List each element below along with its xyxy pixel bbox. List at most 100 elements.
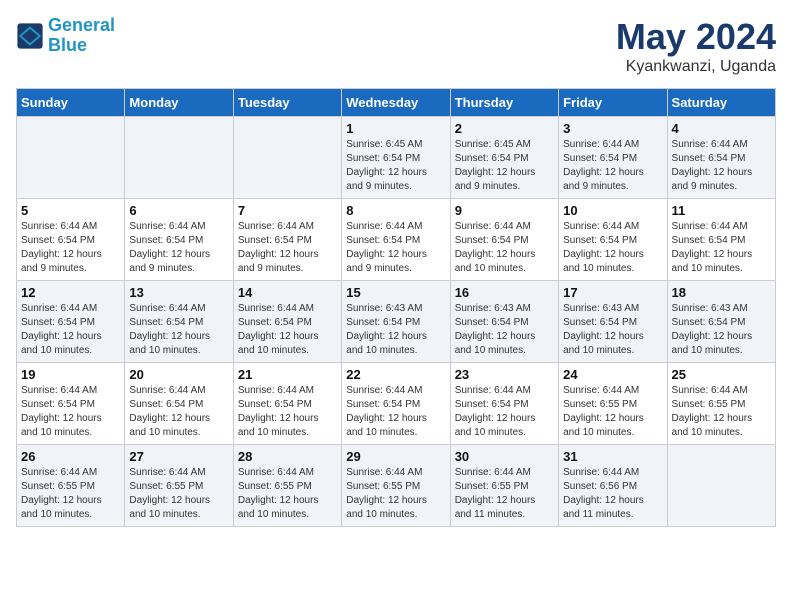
day-info: Sunrise: 6:43 AM Sunset: 6:54 PM Dayligh… (563, 302, 662, 358)
day-cell: 22 Sunrise: 6:44 AM Sunset: 6:54 PM Dayli… (342, 363, 450, 445)
day-info: Sunrise: 6:44 AM Sunset: 6:54 PM Dayligh… (21, 384, 120, 440)
day-cell: 23Sunrise: 6:44 AM Sunset: 6:54 PM Dayli… (450, 363, 558, 445)
week-row-1: 1 Sunrise: 6:45 AM Sunset: 6:54 PM Daylig… (17, 117, 776, 199)
day-cell: 5 Sunrise: 6:44 AM Sunset: 6:54 PM Daylig… (17, 199, 125, 281)
day-info: Sunrise: 6:44 AM Sunset: 6:54 PM Dayligh… (21, 302, 120, 358)
day-info: Sunrise: 6:44 AM Sunset: 6:54 PM Dayligh… (563, 138, 662, 194)
day-number: 21 (238, 367, 337, 382)
day-cell: 31 Sunrise: 6:44 AM Sunset: 6:56 PM Dayli… (559, 445, 667, 527)
day-number: 10 (563, 203, 662, 218)
day-cell: 29 Sunrise: 6:44 AM Sunset: 6:55 PM Dayli… (342, 445, 450, 527)
day-cell (233, 117, 341, 199)
weekday-header-row: SundayMondayTuesdayWednesdayThursdayFrid… (17, 89, 776, 117)
week-row-2: 5 Sunrise: 6:44 AM Sunset: 6:54 PM Daylig… (17, 199, 776, 281)
day-cell (125, 117, 233, 199)
day-cell: 24 Sunrise: 6:44 AM Sunset: 6:55 PM Dayli… (559, 363, 667, 445)
day-info: Sunrise: 6:43 AM Sunset: 6:54 PM Dayligh… (455, 302, 554, 358)
day-cell: 25Sunrise: 6:44 AM Sunset: 6:55 PM Dayli… (667, 363, 775, 445)
week-row-5: 26 Sunrise: 6:44 AM Sunset: 6:55 PM Dayli… (17, 445, 776, 527)
day-cell: 10 Sunrise: 6:44 AM Sunset: 6:54 PM Dayli… (559, 199, 667, 281)
week-row-3: 12 Sunrise: 6:44 AM Sunset: 6:54 PM Dayli… (17, 281, 776, 363)
day-cell: 11 Sunrise: 6:44 AM Sunset: 6:54 PM Dayli… (667, 199, 775, 281)
day-info: Sunrise: 6:44 AM Sunset: 6:55 PM Dayligh… (672, 384, 771, 440)
day-info: Sunrise: 6:43 AM Sunset: 6:54 PM Dayligh… (346, 302, 445, 358)
weekday-header-wednesday: Wednesday (342, 89, 450, 117)
weekday-header-monday: Monday (125, 89, 233, 117)
day-cell: 3 Sunrise: 6:44 AM Sunset: 6:54 PM Daylig… (559, 117, 667, 199)
day-cell (17, 117, 125, 199)
day-info: Sunrise: 6:44 AM Sunset: 6:54 PM Dayligh… (346, 384, 445, 440)
day-info: Sunrise: 6:44 AM Sunset: 6:55 PM Dayligh… (21, 466, 120, 522)
day-info: Sunrise: 6:43 AM Sunset: 6:54 PM Dayligh… (672, 302, 771, 358)
day-number: 29 (346, 449, 445, 464)
day-info: Sunrise: 6:44 AM Sunset: 6:54 PM Dayligh… (238, 384, 337, 440)
day-info: Sunrise: 6:44 AM Sunset: 6:54 PM Dayligh… (129, 220, 228, 276)
day-number: 14 (238, 285, 337, 300)
day-cell: 6 Sunrise: 6:44 AM Sunset: 6:54 PM Daylig… (125, 199, 233, 281)
day-number: 15 (346, 285, 445, 300)
day-number: 12 (21, 285, 120, 300)
logo-icon (16, 22, 44, 50)
day-number: 1 (346, 121, 445, 136)
day-cell: 20 Sunrise: 6:44 AM Sunset: 6:54 PM Dayli… (125, 363, 233, 445)
day-info: Sunrise: 6:44 AM Sunset: 6:56 PM Dayligh… (563, 466, 662, 522)
day-info: Sunrise: 6:44 AM Sunset: 6:55 PM Dayligh… (563, 384, 662, 440)
day-number: 3 (563, 121, 662, 136)
day-cell: 9 Sunrise: 6:44 AM Sunset: 6:54 PM Daylig… (450, 199, 558, 281)
day-number: 26 (21, 449, 120, 464)
day-cell: 16Sunrise: 6:43 AM Sunset: 6:54 PM Dayli… (450, 281, 558, 363)
day-info: Sunrise: 6:44 AM Sunset: 6:55 PM Dayligh… (238, 466, 337, 522)
page-header: GeneralBlue May 2024 Kyankwanzi, Uganda (16, 16, 776, 76)
weekday-header-saturday: Saturday (667, 89, 775, 117)
day-info: Sunrise: 6:44 AM Sunset: 6:54 PM Dayligh… (129, 384, 228, 440)
day-number: 4 (672, 121, 771, 136)
month-title: May 2024 (616, 16, 776, 58)
day-cell: 27Sunrise: 6:44 AM Sunset: 6:55 PM Dayli… (125, 445, 233, 527)
day-cell: 12 Sunrise: 6:44 AM Sunset: 6:54 PM Dayli… (17, 281, 125, 363)
day-info: Sunrise: 6:44 AM Sunset: 6:55 PM Dayligh… (455, 466, 554, 522)
day-number: 17 (563, 285, 662, 300)
day-info: Sunrise: 6:44 AM Sunset: 6:54 PM Dayligh… (238, 220, 337, 276)
weekday-header-sunday: Sunday (17, 89, 125, 117)
day-number: 13 (129, 285, 228, 300)
day-number: 6 (129, 203, 228, 218)
day-info: Sunrise: 6:44 AM Sunset: 6:54 PM Dayligh… (563, 220, 662, 276)
location: Kyankwanzi, Uganda (616, 58, 776, 76)
logo-text: GeneralBlue (48, 16, 115, 56)
day-number: 28 (238, 449, 337, 464)
day-number: 20 (129, 367, 228, 382)
day-number: 18 (672, 285, 771, 300)
day-number: 8 (346, 203, 445, 218)
day-cell: 4 Sunrise: 6:44 AM Sunset: 6:54 PM Daylig… (667, 117, 775, 199)
day-cell: 2Sunrise: 6:45 AM Sunset: 6:54 PM Daylig… (450, 117, 558, 199)
day-cell: 14 Sunrise: 6:44 AM Sunset: 6:54 PM Dayli… (233, 281, 341, 363)
weekday-header-tuesday: Tuesday (233, 89, 341, 117)
weekday-header-friday: Friday (559, 89, 667, 117)
day-number: 5 (21, 203, 120, 218)
day-cell: 19Sunrise: 6:44 AM Sunset: 6:54 PM Dayli… (17, 363, 125, 445)
day-info: Sunrise: 6:45 AM Sunset: 6:54 PM Dayligh… (455, 138, 554, 194)
day-cell: 26 Sunrise: 6:44 AM Sunset: 6:55 PM Dayli… (17, 445, 125, 527)
day-cell: 28 Sunrise: 6:44 AM Sunset: 6:55 PM Dayli… (233, 445, 341, 527)
day-number: 31 (563, 449, 662, 464)
day-number: 23 (455, 367, 554, 382)
week-row-4: 19Sunrise: 6:44 AM Sunset: 6:54 PM Dayli… (17, 363, 776, 445)
day-cell: 1Sunrise: 6:45 AM Sunset: 6:54 PM Daylig… (342, 117, 450, 199)
day-info: Sunrise: 6:44 AM Sunset: 6:54 PM Dayligh… (21, 220, 120, 276)
day-info: Sunrise: 6:44 AM Sunset: 6:54 PM Dayligh… (129, 302, 228, 358)
day-cell: 15 Sunrise: 6:43 AM Sunset: 6:54 PM Dayli… (342, 281, 450, 363)
day-info: Sunrise: 6:44 AM Sunset: 6:54 PM Dayligh… (238, 302, 337, 358)
day-number: 11 (672, 203, 771, 218)
day-info: Sunrise: 6:44 AM Sunset: 6:54 PM Dayligh… (455, 220, 554, 276)
day-info: Sunrise: 6:44 AM Sunset: 6:54 PM Dayligh… (672, 138, 771, 194)
title-area: May 2024 Kyankwanzi, Uganda (616, 16, 776, 76)
day-info: Sunrise: 6:44 AM Sunset: 6:55 PM Dayligh… (346, 466, 445, 522)
day-number: 7 (238, 203, 337, 218)
day-number: 24 (563, 367, 662, 382)
day-cell: 30Sunrise: 6:44 AM Sunset: 6:55 PM Dayli… (450, 445, 558, 527)
day-number: 9 (455, 203, 554, 218)
day-info: Sunrise: 6:44 AM Sunset: 6:55 PM Dayligh… (129, 466, 228, 522)
day-cell: 13 Sunrise: 6:44 AM Sunset: 6:54 PM Dayli… (125, 281, 233, 363)
day-info: Sunrise: 6:44 AM Sunset: 6:54 PM Dayligh… (672, 220, 771, 276)
day-number: 22 (346, 367, 445, 382)
